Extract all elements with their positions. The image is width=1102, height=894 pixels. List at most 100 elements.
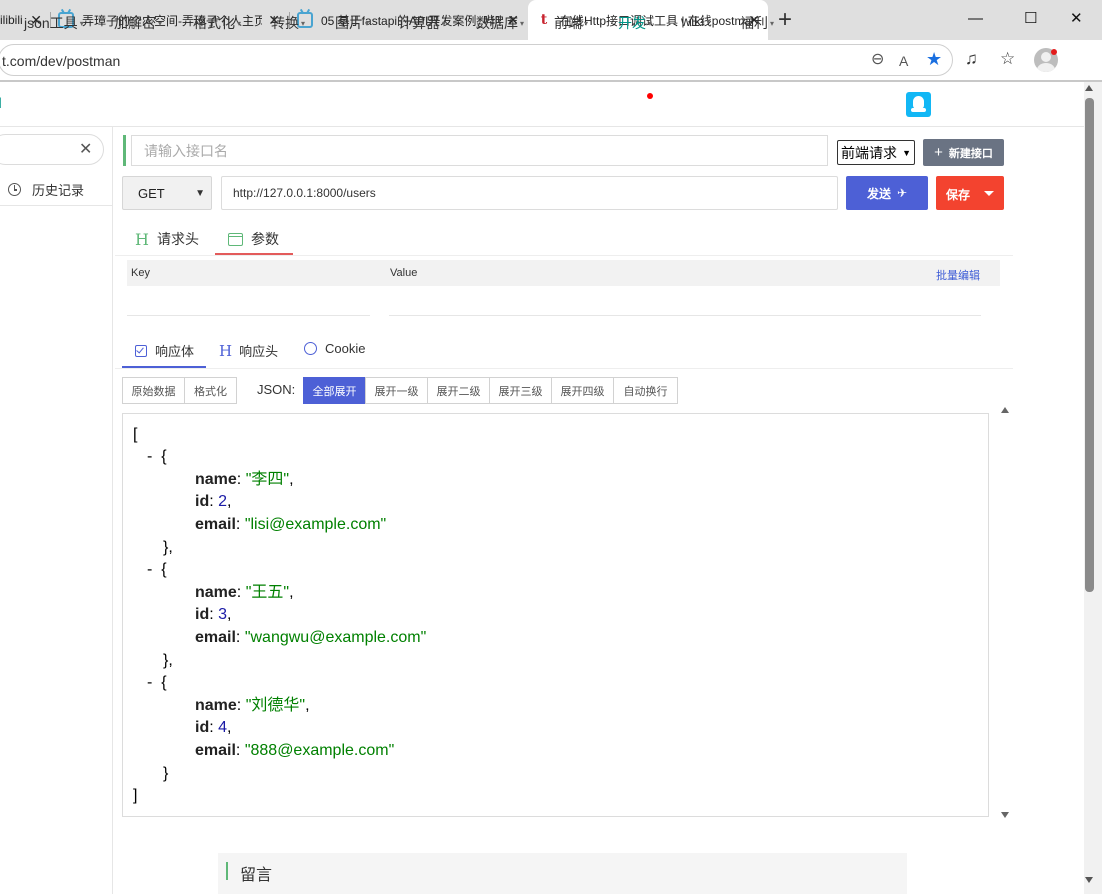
chevron-down-icon: ▾: [237, 19, 242, 28]
json-line: email: "wangwu@example.com": [195, 629, 427, 646]
zoom-icon[interactable]: ⊖: [871, 51, 884, 69]
json-line: email: "lisi@example.com": [195, 516, 387, 533]
caret-down-icon[interactable]: [984, 191, 994, 196]
browser-tab-profile[interactable]: 弄璋子的个人空间-弄璋子个人主页 ✕: [58, 0, 288, 40]
nav-cut-glyph: Ⅰ: [0, 95, 3, 111]
nav-item-frontend[interactable]: 前端 ▾: [554, 13, 588, 33]
json-object-line: - {: [147, 672, 167, 695]
json-number: 4: [218, 719, 228, 736]
scroll-down-arrow-icon[interactable]: [1001, 812, 1009, 818]
new-tab-button[interactable]: +: [778, 8, 792, 32]
param-value-input[interactable]: [389, 315, 981, 316]
read-aloud-icon[interactable]: A: [899, 52, 908, 70]
expand-level3-button[interactable]: 展开三级: [489, 377, 552, 404]
favorites-icon[interactable]: ☆: [1000, 49, 1015, 69]
raw-data-button[interactable]: 原始数据: [122, 377, 185, 404]
accent-bar: [123, 135, 126, 166]
scroll-down-arrow-icon[interactable]: [1085, 877, 1093, 883]
nav-item-json[interactable]: json工具 ▾: [24, 13, 84, 33]
maximize-button[interactable]: ☐: [1024, 9, 1037, 29]
tab-response-body[interactable]: 响应体: [135, 341, 194, 360]
batch-edit-link[interactable]: 批量编辑: [936, 267, 980, 283]
expand-all-button[interactable]: 全部展开: [303, 377, 366, 404]
tab-response-headers[interactable]: H 响应头: [219, 341, 278, 360]
nav-label: 福利: [740, 15, 768, 31]
word-wrap-button[interactable]: 自动换行: [613, 377, 678, 404]
scroll-up-arrow-icon[interactable]: [1001, 407, 1009, 413]
nav-item-convert[interactable]: 转换 ▾: [271, 13, 305, 33]
minimize-button[interactable]: —: [968, 9, 983, 29]
new-api-button[interactable]: + 新建接口: [923, 139, 1004, 166]
json-key: name: [195, 697, 237, 714]
address-bar: t.com/dev/postman ⊖ A ★: [0, 40, 1102, 82]
json-brace: }: [163, 765, 169, 782]
page-scrollbar-thumb[interactable]: [1085, 98, 1094, 592]
sidebar-item-history[interactable]: 历史记录: [8, 180, 84, 199]
nav-item-crypto[interactable]: 加解密 ▾: [114, 13, 162, 33]
code-icon: [228, 232, 243, 246]
json-brace: {: [161, 448, 167, 465]
nav-item-format[interactable]: 格式化 ▾: [193, 13, 241, 33]
json-bracket: ]: [133, 787, 138, 804]
api-name-input[interactable]: [131, 135, 828, 166]
divider: [115, 368, 1013, 369]
tab-request-headers[interactable]: H 请求头: [135, 229, 199, 249]
request-type-select[interactable]: 前端请求 ▼: [837, 140, 915, 165]
collapse-toggle[interactable]: -: [147, 674, 152, 691]
expand-level1-button[interactable]: 展开一级: [365, 377, 428, 404]
music-icon[interactable]: ♫: [965, 49, 978, 69]
collapse-toggle[interactable]: -: [147, 561, 152, 578]
nav-label: 图片: [335, 15, 363, 31]
nav-item-image[interactable]: 图片 ▾: [335, 13, 369, 33]
collapse-toggle[interactable]: -: [147, 448, 152, 465]
json-key: id: [195, 719, 210, 736]
nav-item-dev[interactable]: 开发 ▾: [618, 13, 652, 33]
chevron-down-icon: ▾: [584, 19, 589, 28]
chevron-down-icon: ▾: [158, 19, 163, 28]
request-url-value: http://127.0.0.1:8000/users: [233, 186, 376, 200]
json-viewer: [ - { name: "李四", id: 2, email: "lisi@ex…: [122, 413, 989, 817]
json-key: id: [195, 606, 210, 623]
json-brace: },: [163, 539, 173, 556]
json-line: name: "刘德华",: [195, 697, 310, 714]
tab-label: 请求头: [156, 231, 199, 247]
chevron-down-icon: ▾: [520, 19, 525, 28]
active-tab-indicator: [215, 253, 293, 255]
notification-dot: [1051, 49, 1057, 55]
nav-item-database[interactable]: 数据库 ▾: [476, 13, 524, 33]
scroll-up-arrow-icon[interactable]: [1085, 85, 1093, 91]
param-key-input[interactable]: [127, 315, 370, 316]
nav-item-calculator[interactable]: 计算器 ▾: [398, 13, 446, 33]
nav-item-welfare[interactable]: 福利 ▾: [740, 13, 774, 33]
clear-search-icon[interactable]: ✕: [79, 139, 92, 159]
divider: [112, 127, 113, 894]
method-select[interactable]: GET ▼: [122, 176, 212, 210]
params-table-header: Key Value 批量编辑: [127, 260, 1000, 286]
chevron-down-icon: ▾: [770, 19, 775, 28]
tab-params[interactable]: 参数: [228, 229, 279, 249]
favorite-star-icon[interactable]: ★: [926, 50, 942, 68]
save-button[interactable]: 保存: [936, 176, 1004, 210]
expand-level2-button[interactable]: 展开二级: [427, 377, 490, 404]
nav-item-wiki[interactable]: wiki ▾: [681, 13, 710, 29]
chevron-down-icon: ▾: [79, 19, 84, 28]
format-button[interactable]: 格式化: [184, 377, 237, 404]
tab-cookie[interactable]: Cookie: [304, 341, 365, 356]
json-brace: {: [161, 674, 167, 691]
send-button[interactable]: 发送 ✈: [846, 176, 928, 210]
close-window-button[interactable]: ✕: [1070, 9, 1083, 29]
json-key: email: [195, 516, 236, 533]
plus-icon: +: [934, 144, 943, 161]
json-line: name: "王五",: [195, 584, 294, 601]
json-brace: },: [163, 652, 173, 669]
save-label: 保存: [946, 188, 971, 202]
expand-level4-button[interactable]: 展开四级: [551, 377, 614, 404]
request-url-input[interactable]: http://127.0.0.1:8000/users: [221, 176, 838, 210]
tab-label: 响应头: [239, 344, 279, 359]
paper-plane-icon: ✈: [896, 186, 908, 200]
qq-icon[interactable]: [906, 92, 931, 117]
clock-icon: [8, 183, 21, 196]
chevron-down-icon: ▾: [301, 19, 306, 28]
json-brace: {: [161, 561, 167, 578]
url-field[interactable]: t.com/dev/postman ⊖ A ★: [0, 44, 953, 76]
